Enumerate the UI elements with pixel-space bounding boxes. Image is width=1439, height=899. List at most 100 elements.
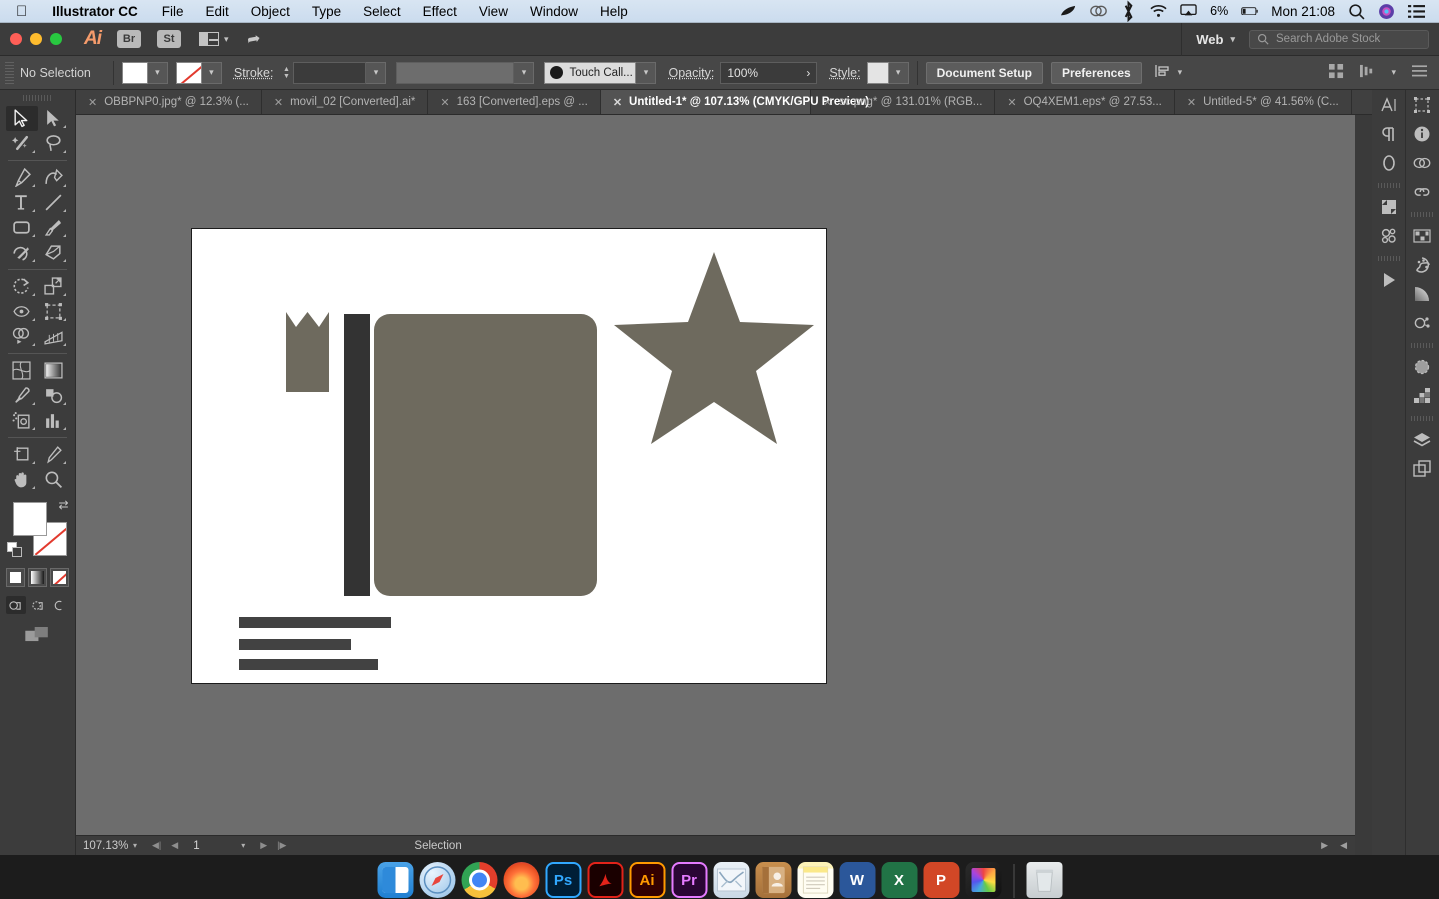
paragraph-panel-icon[interactable]	[1372, 119, 1405, 148]
text-bar-1-shape[interactable]	[239, 617, 391, 628]
draw-inside-button[interactable]	[50, 596, 70, 614]
slice-tool[interactable]	[38, 442, 70, 467]
info-panel-icon[interactable]	[1406, 119, 1438, 148]
gradient-tool[interactable]	[38, 358, 70, 383]
rocket-icon[interactable]: ➦	[245, 28, 262, 50]
gradient-panel-icon[interactable]	[1406, 279, 1438, 308]
document-tab[interactable]: ✕ movil_02 [Converted].ai*	[262, 90, 429, 114]
change-screen-mode-button[interactable]	[0, 627, 75, 642]
free-transform-tool[interactable]	[38, 299, 70, 324]
rotate-tool[interactable]	[6, 274, 38, 299]
eraser-tool[interactable]	[38, 240, 70, 265]
draw-normal-button[interactable]	[5, 596, 26, 614]
notification-center-icon[interactable]	[1408, 4, 1425, 19]
dock-app-mail[interactable]	[713, 862, 749, 898]
close-tab-icon[interactable]: ✕	[823, 96, 832, 109]
workspace-switcher[interactable]: Web ▾	[1181, 22, 1249, 56]
menu-help[interactable]: Help	[589, 4, 639, 19]
star-shape[interactable]	[614, 252, 814, 457]
eyedropper-tool[interactable]	[6, 383, 38, 408]
document-tab[interactable]: ✕ 163 [Converted].eps @ ...	[428, 90, 601, 114]
menu-clock[interactable]: Mon 21:08	[1271, 4, 1335, 19]
dock-app-contacts[interactable]	[755, 862, 791, 898]
maximize-window-button[interactable]	[50, 33, 62, 45]
color-panel-icon[interactable]	[1406, 308, 1438, 337]
arrange-panel-icon[interactable]	[1360, 64, 1375, 82]
opacity-expand-icon[interactable]: ›	[806, 66, 810, 80]
menu-effect[interactable]: Effect	[412, 4, 468, 19]
default-fill-stroke-icon[interactable]	[6, 542, 23, 558]
stroke-weight-stepper[interactable]: ▲ ▼	[279, 61, 294, 84]
book-spine-shape[interactable]	[344, 314, 370, 596]
canvas-area[interactable]	[76, 115, 1355, 840]
magic-wand-tool[interactable]	[6, 131, 38, 156]
dock-app-excel[interactable]: X	[881, 862, 917, 898]
column-graph-tool[interactable]	[38, 408, 70, 433]
grid-view-icon[interactable]	[1329, 63, 1344, 82]
stroke-weight-input[interactable]	[293, 61, 367, 84]
curvature-tool[interactable]	[38, 165, 70, 190]
zoom-level-input[interactable]: 107.13%	[76, 840, 128, 852]
appearance-panel-icon[interactable]	[1406, 352, 1438, 381]
close-tab-icon[interactable]: ✕	[1187, 96, 1196, 109]
dock-app-final-cut[interactable]	[965, 862, 1001, 898]
artboard[interactable]	[191, 228, 827, 684]
artboards-panel-icon[interactable]	[1406, 454, 1438, 483]
gradient-mode-button[interactable]	[28, 568, 47, 587]
document-tab[interactable]: ✕ Untitled-5* @ 41.56% (C...	[1175, 90, 1352, 114]
blend-tool[interactable]	[38, 383, 70, 408]
links-panel-icon[interactable]	[1406, 177, 1438, 206]
zoom-dropdown-icon[interactable]: ▾	[126, 841, 144, 850]
panel-group-grip[interactable]	[1377, 180, 1400, 191]
menu-window[interactable]: Window	[519, 4, 589, 19]
fill-color-control[interactable]: ▾	[121, 61, 168, 84]
arrange-chevron-icon[interactable]: ▾	[1391, 67, 1396, 78]
menu-object[interactable]: Object	[240, 4, 301, 19]
line-segment-tool[interactable]	[38, 190, 70, 215]
control-bar-grip[interactable]	[5, 61, 14, 84]
none-mode-button[interactable]	[50, 568, 69, 587]
dock-app-safari[interactable]	[419, 862, 455, 898]
mesh-tool[interactable]	[6, 358, 38, 383]
align-dropdown-icon[interactable]: ▾	[1172, 67, 1183, 78]
scale-tool[interactable]	[38, 274, 70, 299]
symbol-sprayer-tool[interactable]	[6, 408, 38, 433]
next-artboard-icon[interactable]: ▶	[260, 840, 267, 851]
stroke-weight-label[interactable]: Stroke:	[234, 66, 280, 80]
opacity-input[interactable]: 100% ›	[720, 61, 818, 84]
creative-cloud-icon[interactable]	[1090, 4, 1107, 19]
dock-app-word[interactable]: W	[839, 862, 875, 898]
stroke-dropdown-icon[interactable]: ▾	[201, 61, 222, 84]
menu-select[interactable]: Select	[352, 4, 412, 19]
dock-app-premiere[interactable]: Pr	[671, 862, 707, 898]
panel-group-grip-2[interactable]	[1377, 253, 1400, 264]
preferences-button[interactable]: Preferences	[1050, 61, 1142, 84]
tools-panel-grip[interactable]	[22, 92, 53, 104]
menu-app-name[interactable]: Illustrator CC	[39, 4, 151, 19]
cc-libraries-panel-icon[interactable]	[1406, 148, 1438, 177]
panel-group-grip-3[interactable]	[1411, 209, 1433, 220]
dock-app-illustrator[interactable]: Ai	[629, 862, 665, 898]
text-bar-2-shape[interactable]	[239, 639, 351, 650]
stroke-weight-dropdown-icon[interactable]: ▾	[366, 61, 387, 84]
fill-color-swatch[interactable]	[12, 502, 47, 536]
first-artboard-icon[interactable]: ◀|	[152, 840, 161, 851]
zoom-tool[interactable]	[38, 467, 70, 492]
stock-button[interactable]: St	[157, 30, 181, 48]
airplay-icon[interactable]	[1180, 4, 1197, 19]
status-collapse-icon[interactable]: ◀	[1340, 840, 1347, 851]
panel-group-grip-5[interactable]	[1411, 413, 1433, 424]
minimize-window-button[interactable]	[30, 33, 42, 45]
pen-tool[interactable]	[6, 165, 38, 190]
menu-type[interactable]: Type	[301, 4, 352, 19]
dock-app-finder[interactable]	[377, 862, 413, 898]
document-tab[interactable]: ✕ OQ4XEM1.eps* @ 27.53...	[995, 90, 1175, 114]
actions-panel-icon[interactable]	[1372, 265, 1405, 294]
text-bar-3-shape[interactable]	[239, 659, 378, 670]
color-guide-panel-icon[interactable]	[1406, 250, 1438, 279]
fill-dropdown-icon[interactable]: ▾	[147, 61, 168, 84]
battery-icon[interactable]	[1241, 4, 1258, 19]
dock-app-chrome[interactable]	[461, 862, 497, 898]
selection-tool[interactable]	[6, 106, 38, 131]
shape-builder-tool[interactable]	[6, 324, 38, 349]
